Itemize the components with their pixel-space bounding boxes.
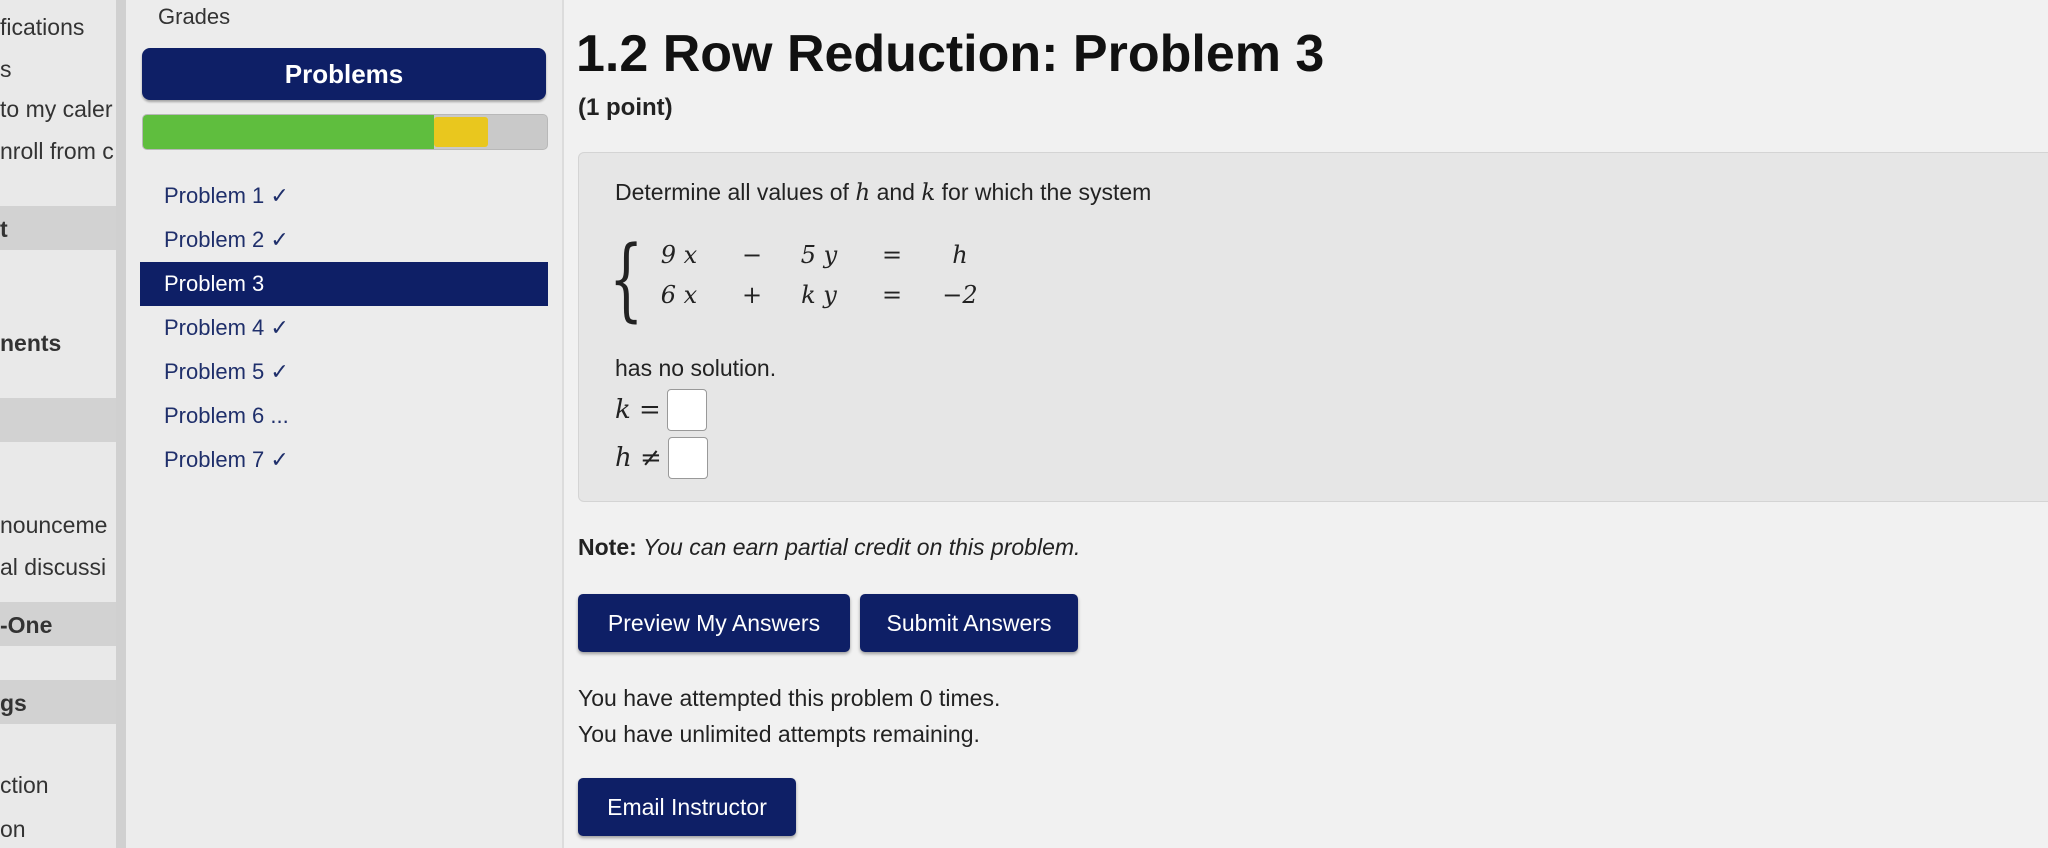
equation-term: 5 y bbox=[800, 241, 838, 269]
left-brace-icon: { bbox=[609, 227, 644, 332]
progress-correct-segment bbox=[143, 115, 434, 149]
lms-nav-item[interactable]: s bbox=[0, 56, 12, 83]
answer-label: k = bbox=[615, 395, 661, 425]
lms-nav-item[interactable]: al discussi bbox=[0, 554, 106, 581]
lms-nav-item[interactable]: fications bbox=[0, 14, 84, 41]
email-instructor-button[interactable]: Email Instructor bbox=[578, 778, 796, 836]
lms-nav-item[interactable]: to my caler bbox=[0, 96, 112, 123]
attempts-count-text: You have attempted this problem 0 times. bbox=[578, 685, 1001, 711]
problem-list-item[interactable]: Problem 2 ✓ bbox=[140, 218, 548, 262]
progress-bar bbox=[142, 114, 548, 150]
submit-answers-button[interactable]: Submit Answers bbox=[860, 594, 1078, 652]
lms-nav-item[interactable]: ction bbox=[0, 772, 49, 799]
equation-term: k y bbox=[801, 281, 837, 309]
equation-term: = bbox=[881, 241, 903, 269]
problem-list: Problem 1 ✓ Problem 2 ✓ Problem 3 Problem 4… bbox=[140, 174, 548, 482]
preview-answers-button[interactable]: Preview My Answers bbox=[578, 594, 850, 652]
equation-term: 9 x bbox=[660, 241, 698, 269]
answer-label: h ≠ bbox=[615, 443, 662, 473]
note-text: You can earn partial credit on this prob… bbox=[643, 534, 1081, 560]
lms-nav-item[interactable]: nroll from c bbox=[0, 138, 114, 165]
equation-term: − bbox=[741, 241, 763, 269]
problem-list-item[interactable]: Problem 6 ... bbox=[140, 394, 548, 438]
attempts-remaining-text: You have unlimited attempts remaining. bbox=[578, 721, 980, 747]
progress-partial-segment bbox=[433, 117, 489, 147]
lms-nav-band bbox=[0, 206, 116, 250]
prompt-text: and bbox=[876, 179, 915, 205]
lms-nav-item[interactable]: nounceme bbox=[0, 512, 107, 539]
answer-row-k: k = bbox=[615, 389, 707, 431]
problem-points: (1 point) bbox=[578, 94, 673, 121]
answer-row-h: h ≠ bbox=[615, 437, 708, 479]
lms-nav-item[interactable]: nents bbox=[0, 330, 61, 357]
lms-nav-item[interactable]: on bbox=[0, 816, 26, 843]
problem-main: 1.2 Row Reduction: Problem 3 (1 point) D… bbox=[564, 0, 2048, 848]
equation-term: = bbox=[881, 281, 903, 309]
problem-prompt: Determine all values of h and k for whic… bbox=[615, 179, 1151, 206]
problems-button[interactable]: Problems bbox=[142, 48, 546, 100]
problem-body: Determine all values of h and k for whic… bbox=[578, 152, 2048, 502]
equation-term: + bbox=[741, 281, 763, 309]
page-title: 1.2 Row Reduction: Problem 3 bbox=[576, 25, 1325, 83]
lms-nav-item[interactable]: gs bbox=[0, 690, 27, 717]
problem-list-item[interactable]: Problem 5 ✓ bbox=[140, 350, 548, 394]
equation-term: −2 bbox=[942, 281, 978, 309]
k-answer-input[interactable] bbox=[666, 389, 707, 431]
problem-list-item[interactable]: Problem 3 bbox=[140, 262, 548, 306]
prompt-text: for which the system bbox=[941, 179, 1152, 205]
equation-term: h bbox=[952, 241, 968, 269]
problem-list-item[interactable]: Problem 1 ✓ bbox=[140, 174, 548, 218]
math-variable-h: h bbox=[855, 180, 871, 206]
lms-nav-item[interactable]: -One bbox=[0, 612, 52, 639]
problem-list-item[interactable]: Problem 7 ✓ bbox=[140, 438, 548, 482]
prompt-text: Determine all values of bbox=[615, 179, 849, 205]
h-answer-input[interactable] bbox=[667, 437, 708, 479]
partial-credit-note: Note: You can earn partial credit on thi… bbox=[578, 534, 1080, 561]
grades-link[interactable]: Grades bbox=[158, 4, 230, 30]
lms-navigation: fications s to my caler nroll from c t nents n… bbox=[0, 0, 126, 848]
problem-list-item[interactable]: Problem 4 ✓ bbox=[140, 306, 548, 350]
lms-nav-item[interactable]: t bbox=[0, 216, 8, 243]
attempts-info: You have attempted this problem 0 times.… bbox=[578, 680, 1000, 752]
math-variable-k: k bbox=[921, 180, 936, 206]
equation-term: 6 x bbox=[660, 281, 698, 309]
lms-nav-band bbox=[0, 398, 116, 442]
no-solution-text: has no solution. bbox=[615, 355, 777, 381]
note-label: Note: bbox=[578, 534, 637, 560]
problem-set-sidebar: Grades Problems Problem 1 ✓ Problem 2 ✓ Pr… bbox=[126, 0, 564, 848]
